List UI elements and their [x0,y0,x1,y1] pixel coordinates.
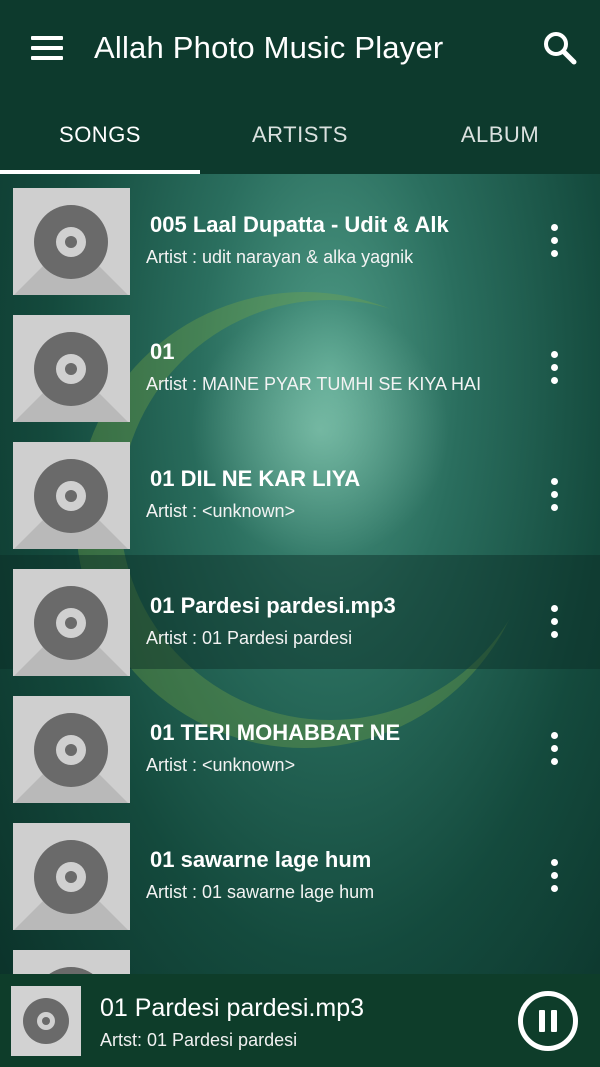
tab-bar: SONGS ARTISTS ALBUM [0,96,600,174]
song-title: 01 DIL NE KAR LIYA [150,466,361,491]
song-title: 01 Pardesi pardesi.mp3 [150,593,396,618]
song-artist: Artist : MAINE PYAR TUMHI SE KIYA HAI [146,374,482,394]
song-row-selected[interactable]: 01 Pardesi pardesi.mp3 Artist : 01 Parde… [0,555,600,676]
album-art-thumbnail [13,188,130,295]
more-options-icon[interactable] [530,462,578,526]
music-disc-icon [34,205,108,279]
music-disc-icon [34,459,108,533]
album-art-thumbnail [13,442,130,549]
now-playing-title: 01 Pardesi pardesi.mp3 [100,994,365,1022]
pause-icon [539,1010,545,1032]
album-art-thumbnail [13,823,130,930]
music-disc-icon [34,586,108,660]
song-row[interactable]: 005 Laal Dupatta - Udit & Alk Artist : u… [0,174,600,295]
tab-artists[interactable]: ARTISTS [200,96,400,174]
song-row-partial[interactable] [0,936,600,974]
app-title: Allah Photo Music Player [94,30,444,65]
song-row[interactable]: 01 TERI MOHABBAT NE Artist : <unknown> [0,682,600,803]
album-art-thumbnail [13,569,130,676]
song-row[interactable]: 01 DIL NE KAR LIYA Artist : <unknown> [0,428,600,549]
more-options-icon[interactable] [530,208,578,272]
song-title: 01 [150,339,175,364]
music-disc-icon [23,998,69,1044]
song-title: 01 sawarne lage hum [150,847,372,872]
song-artist: Artist : 01 Pardesi pardesi [146,628,353,648]
more-options-icon[interactable] [530,589,578,653]
song-row[interactable]: 01 sawarne lage hum Artist : 01 sawarne … [0,809,600,930]
menu-button[interactable] [0,0,94,96]
song-title: 01 TERI MOHABBAT NE [150,720,401,745]
album-art-thumbnail [13,696,130,803]
now-playing-artist: Artst: 01 Pardesi pardesi [100,1030,298,1050]
music-disc-icon [34,713,108,787]
song-artist: Artist : 01 sawarne lage hum [146,882,375,902]
music-disc-icon [34,332,108,406]
more-options-icon[interactable] [530,716,578,780]
song-artist: Artist : <unknown> [146,501,296,521]
now-playing-bar[interactable]: 01 Pardesi pardesi.mp3 Artst: 01 Pardesi… [0,974,600,1067]
pause-button[interactable] [518,991,578,1051]
song-row[interactable]: 01 Artist : MAINE PYAR TUMHI SE KIYA HAI [0,301,600,422]
album-art-thumbnail [13,315,130,422]
music-disc-icon [34,967,108,974]
now-playing-thumbnail [11,986,81,1056]
tab-album[interactable]: ALBUM [400,96,600,174]
app-bar: Allah Photo Music Player [0,0,600,96]
hamburger-menu-icon [31,36,63,60]
more-options-icon[interactable] [530,843,578,907]
song-artist: Artist : udit narayan & alka yagnik [146,247,414,267]
search-icon [544,32,577,65]
tab-songs[interactable]: SONGS [0,96,200,174]
more-options-icon[interactable] [530,335,578,399]
search-button[interactable] [520,0,600,96]
music-disc-icon [34,840,108,914]
song-artist: Artist : <unknown> [146,755,296,775]
album-art-thumbnail [13,950,130,974]
song-title: 005 Laal Dupatta - Udit & Alk [150,212,449,237]
song-list[interactable]: 005 Laal Dupatta - Udit & Alk Artist : u… [0,174,600,974]
